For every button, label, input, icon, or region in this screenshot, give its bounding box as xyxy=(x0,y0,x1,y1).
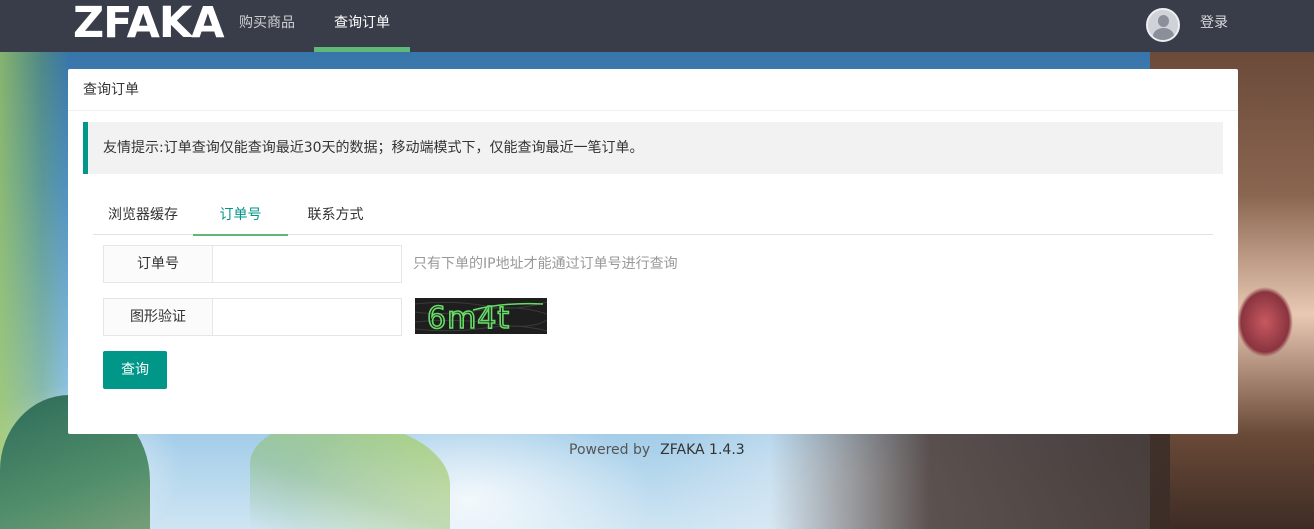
tip-notice: 友情提示:订单查询仅能查询最近30天的数据；移动端模式下，仅能查询最近一笔订单。 xyxy=(83,122,1223,174)
order-number-input[interactable] xyxy=(212,245,402,283)
card-title: 查询订单 xyxy=(68,69,1238,111)
top-navbar: ZFAKA 购买商品 查询订单 登录 xyxy=(0,0,1314,52)
tab-order-number[interactable]: 订单号 xyxy=(193,196,288,236)
login-link[interactable]: 登录 xyxy=(1196,0,1232,46)
captcha-label: 图形验证 xyxy=(103,298,213,336)
background-anime-character-lower xyxy=(770,430,1170,529)
order-number-label: 订单号 xyxy=(103,245,213,283)
powered-by-footer: Powered by ZFAKA 1.4.3 xyxy=(569,440,745,460)
captcha-input[interactable] xyxy=(212,298,402,336)
nav-item-query-order[interactable]: 查询订单 xyxy=(314,0,410,52)
site-logo[interactable]: ZFAKA xyxy=(73,0,224,52)
avatar-body-shape xyxy=(1153,28,1174,40)
query-submit-button[interactable]: 查询 xyxy=(103,351,167,389)
nav-item-buy[interactable]: 购买商品 xyxy=(220,0,314,52)
tab-browser-cache[interactable]: 浏览器缓存 xyxy=(93,196,193,235)
footer-brand-link[interactable]: ZFAKA 1.4.3 xyxy=(660,442,745,458)
powered-by-label: Powered by xyxy=(569,442,651,458)
query-tabs: 浏览器缓存 订单号 联系方式 xyxy=(93,196,1213,236)
captcha-image[interactable]: 6m4t xyxy=(415,298,547,334)
captcha-text: 6m4t xyxy=(427,301,510,334)
background-palm-leaves-bottom xyxy=(250,420,450,529)
avatar-head-shape xyxy=(1158,15,1169,27)
user-avatar-icon[interactable] xyxy=(1146,8,1180,42)
captcha-graphic: 6m4t xyxy=(415,300,547,334)
order-number-hint: 只有下单的IP地址才能通过订单号进行查询 xyxy=(413,256,678,272)
tab-contact[interactable]: 联系方式 xyxy=(288,196,383,235)
query-order-card: 查询订单 友情提示:订单查询仅能查询最近30天的数据；移动端模式下，仅能查询最近… xyxy=(68,69,1238,434)
